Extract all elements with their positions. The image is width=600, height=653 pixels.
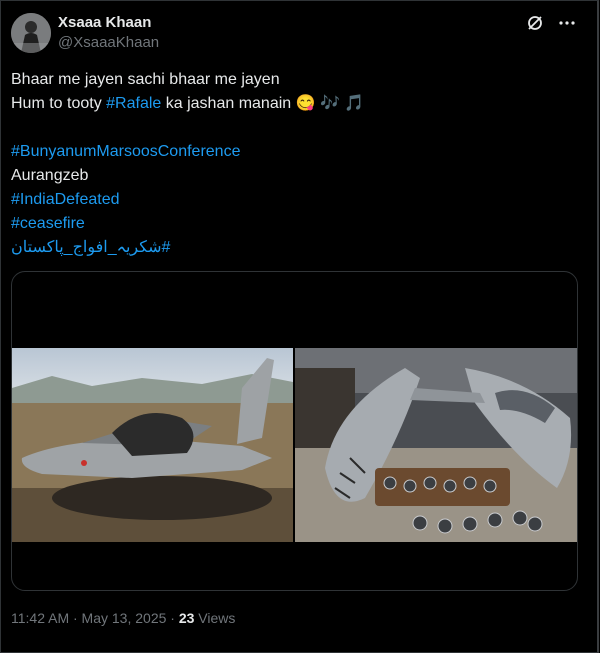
jet-replica-photo[interactable] (295, 348, 577, 542)
avatar[interactable] (11, 13, 51, 53)
author-handle[interactable]: @XsaaaKhaan (58, 34, 159, 51)
tweet-line: Bhaar me jayen sachi bhaar me jayen (11, 71, 280, 88)
hashtag-rafale[interactable]: #Rafale (106, 95, 161, 112)
views-label: Views (194, 610, 236, 626)
hashtag-india-defeated[interactable]: #IndiaDefeated (11, 188, 571, 212)
more-icon[interactable] (558, 14, 576, 32)
jet-wreck-photo[interactable] (12, 348, 293, 542)
timestamp[interactable]: 11:42 AM · May 13, 2025 · (11, 610, 179, 626)
tweet-line: Aurangzeb (11, 167, 89, 184)
tweet-text-span: ka jashan manain 😋 🎶 🎵 (161, 95, 365, 112)
views-count: 23 (178, 610, 195, 626)
grok-icon[interactable] (526, 14, 544, 32)
tweet-line: Hum to tooty #Rafale ka jashan manain 😋 … (11, 92, 571, 116)
tweet-text: Bhaar me jayen sachi bhaar me jayen Hum … (11, 68, 571, 260)
author-name[interactable]: Xsaaa Khaan (58, 14, 151, 31)
hashtag-urdu[interactable]: #شکریہ_افواج_پاکستان (11, 236, 170, 260)
tweet-meta: 11:42 AM · May 13, 2025 · 23 Views (11, 610, 235, 626)
media-container[interactable] (11, 271, 578, 591)
hashtag-bunyanum[interactable]: #BunyanumMarsoosConference (11, 140, 571, 164)
tweet-text-span: Hum to tooty (11, 95, 107, 112)
hashtag-ceasefire[interactable]: #ceasefire (11, 212, 571, 236)
